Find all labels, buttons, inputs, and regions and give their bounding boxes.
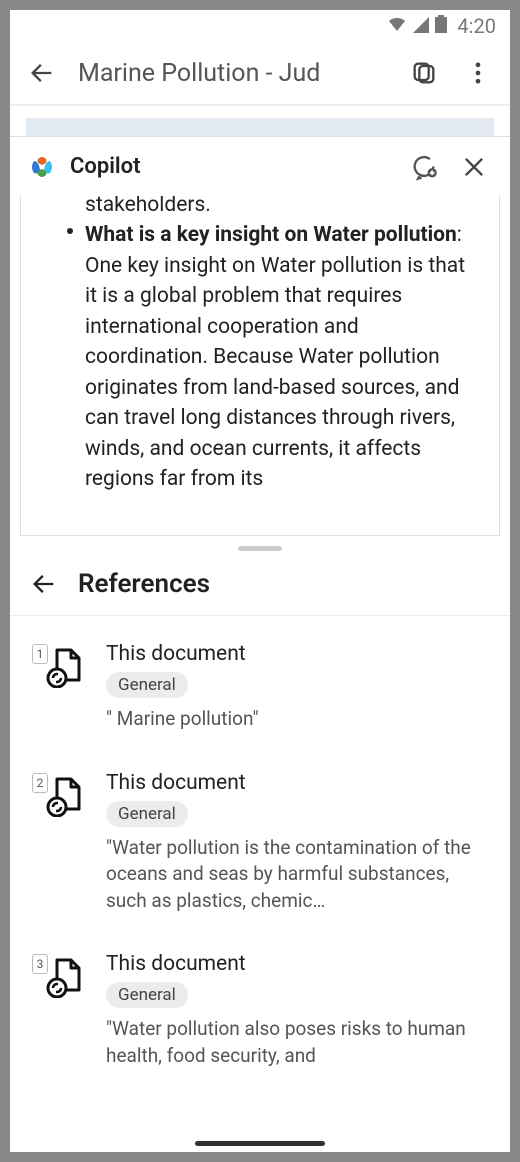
references-back-button[interactable] <box>30 570 58 598</box>
document-link-icon <box>43 954 87 998</box>
home-indicator[interactable] <box>195 1141 325 1146</box>
reference-title: This document <box>106 642 488 666</box>
response-prev-fragment: stakeholders. <box>85 196 469 220</box>
device-frame: 4:20 Marine Pollution - Jud Copilot <box>0 0 520 1162</box>
app-header: Marine Pollution - Jud <box>10 42 510 106</box>
reference-title: This document <box>106 952 488 976</box>
reference-snippet: " Marine pollution" <box>106 706 488 733</box>
copilot-logo-icon <box>28 153 56 181</box>
reference-snippet: "Water pollution also poses risks to hum… <box>106 1016 488 1069</box>
reference-snippet: "Water pollution is the contamination of… <box>106 835 488 915</box>
reference-tag: General <box>106 801 188 827</box>
back-button[interactable] <box>24 55 60 91</box>
reference-tag: General <box>106 982 188 1008</box>
references-list: 1 This document General " Marine polluti… <box>10 628 510 1094</box>
reference-tag: General <box>106 672 188 698</box>
insight-body: : One key insight on Water pollution is … <box>85 223 465 491</box>
insight-label: What is a key insight on Water pollution <box>85 223 457 247</box>
copilot-panel-header: Copilot <box>10 136 510 196</box>
reference-item[interactable]: 1 This document General " Marine polluti… <box>10 628 510 757</box>
cellular-icon <box>413 14 429 38</box>
copilot-header-icon[interactable] <box>406 55 442 91</box>
references-title: References <box>78 569 210 599</box>
document-link-icon <box>43 773 87 817</box>
document-preview-stub <box>10 106 510 136</box>
document-link-icon <box>43 644 87 688</box>
reference-item[interactable]: 3 This document General "Water pollution… <box>10 938 510 1093</box>
reference-item[interactable]: 2 This document General "Water pollution… <box>10 757 510 939</box>
document-title: Marine Pollution - Jud <box>78 59 388 88</box>
more-menu-button[interactable] <box>460 55 496 91</box>
references-header: References <box>10 551 510 615</box>
status-bar: 4:20 <box>10 10 510 42</box>
divider <box>10 615 510 616</box>
reference-title: This document <box>106 771 488 795</box>
wifi-icon <box>387 14 407 38</box>
new-chat-button[interactable] <box>406 149 442 185</box>
bullet-icon <box>67 228 73 234</box>
copilot-response-body[interactable]: stakeholders. What is a key insight on W… <box>20 196 500 536</box>
clock-text: 4:20 <box>457 14 496 38</box>
copilot-panel-title: Copilot <box>70 154 392 179</box>
close-button[interactable] <box>456 149 492 185</box>
battery-icon <box>435 14 447 38</box>
